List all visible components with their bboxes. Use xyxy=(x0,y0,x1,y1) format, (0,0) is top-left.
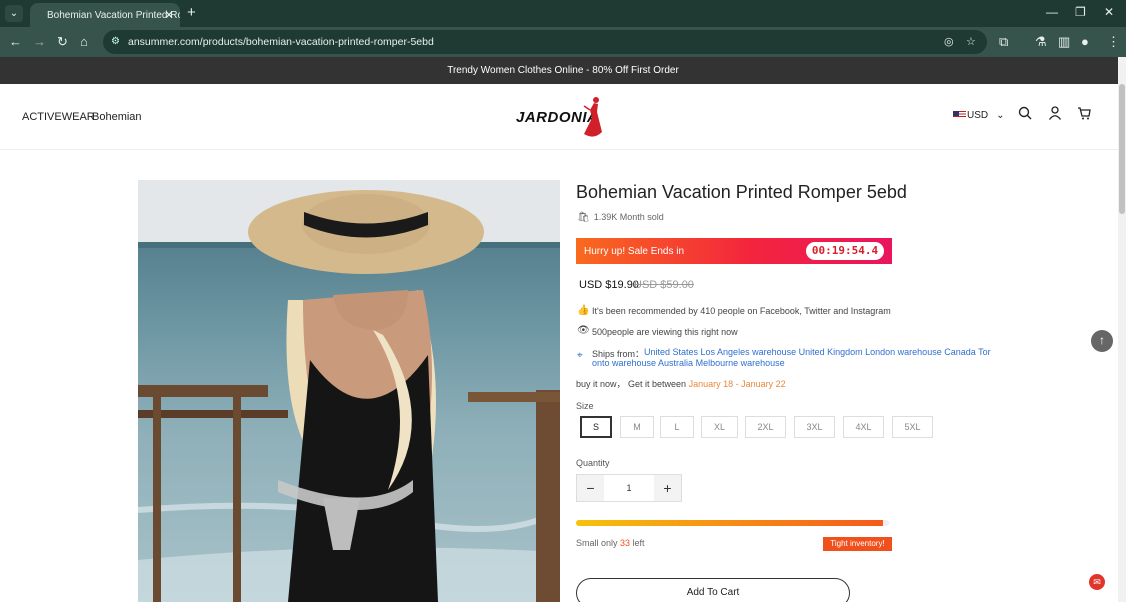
site-logo[interactable]: JARDONIA xyxy=(516,92,606,142)
size-option-s[interactable]: S xyxy=(580,416,612,438)
arrow-up-icon: ↑ xyxy=(1099,333,1105,347)
eye-icon: 👁 xyxy=(577,325,590,336)
model-photo xyxy=(138,180,560,602)
size-option-4xl[interactable]: 4XL xyxy=(843,416,884,438)
size-label: Size xyxy=(576,401,594,411)
account-icon[interactable] xyxy=(1048,106,1062,120)
original-price: USD $59.00 xyxy=(634,279,694,291)
chat-widget-icon[interactable]: ✉ xyxy=(1089,574,1105,590)
quantity-input[interactable]: 1 xyxy=(604,475,654,501)
location-pin-icon: ⌖ xyxy=(577,350,583,361)
back-icon[interactable]: ← xyxy=(9,34,22,49)
current-price: USD $19.90 xyxy=(579,279,639,291)
site-settings-icon[interactable]: ⚙ xyxy=(111,36,120,47)
back-to-top-button[interactable]: ↑ xyxy=(1091,330,1113,352)
sale-countdown-bar: Hurry up! Sale Ends in 00:19:54.4 xyxy=(576,238,892,264)
scrollbar-thumb[interactable] xyxy=(1119,84,1125,214)
quantity-stepper: − 1 + xyxy=(576,474,682,502)
size-option-5xl[interactable]: 5XL xyxy=(892,416,933,438)
sold-count: 🛍 1.39K Month sold xyxy=(577,212,664,223)
stock-progress-bar xyxy=(576,520,889,526)
site-header: ACTIVEWEAR Bohemian JARDONIA USD ⌄ xyxy=(0,84,1118,150)
stock-prefix: Small only xyxy=(576,538,621,548)
stock-progress-fill xyxy=(576,520,883,526)
decrease-quantity-button[interactable]: − xyxy=(577,475,604,501)
warehouse-list-line1[interactable]: United States Los Angeles warehouse Unit… xyxy=(644,347,991,357)
announcement-bar: Trendy Women Clothes Online - 80% Off Fi… xyxy=(0,57,1126,84)
size-option-2xl[interactable]: 2XL xyxy=(745,416,786,438)
browser-tab[interactable]: Bohemian Vacation Printed Romp ✕ xyxy=(30,3,180,27)
delivery-prefix: buy it now， Get it between xyxy=(576,379,689,389)
profile-icon[interactable]: ● xyxy=(1081,34,1089,49)
nav-bohemian[interactable]: Bohemian xyxy=(92,111,142,123)
forward-icon[interactable]: → xyxy=(33,34,46,49)
currency-selector[interactable]: USD ⌄ xyxy=(953,110,1005,121)
size-option-3xl[interactable]: 3XL xyxy=(794,416,835,438)
product-title: Bohemian Vacation Printed Romper 5ebd xyxy=(576,182,907,202)
url-text[interactable]: ansummer.com/products/bohemian-vacation-… xyxy=(128,36,434,48)
tab-close-icon[interactable]: ✕ xyxy=(164,8,174,22)
minimize-icon[interactable]: — xyxy=(1046,5,1058,19)
window-close-icon[interactable]: ✕ xyxy=(1104,5,1114,19)
viewing-text: 500people are viewing this right now xyxy=(592,327,738,337)
labs-icon[interactable]: ⚗ xyxy=(1035,34,1047,50)
nav-activewear[interactable]: ACTIVEWEAR xyxy=(22,111,95,123)
stock-text: Small only 33 left xyxy=(576,538,645,548)
search-icon[interactable] xyxy=(1018,106,1032,120)
browser-tab-bar: ⌄ Bohemian Vacation Printed Romp ✕ + — ❐… xyxy=(0,0,1126,27)
side-panel-icon[interactable]: ▥ xyxy=(1058,34,1070,50)
eye-off-icon[interactable]: ◎ xyxy=(944,35,954,48)
home-icon[interactable]: ⌂ xyxy=(80,34,88,49)
tab-title: Bohemian Vacation Printed Romp xyxy=(47,10,180,21)
browser-toolbar: ← → ↻ ⌂ ⚙ ansummer.com/products/bohemian… xyxy=(0,27,1126,57)
new-tab-icon[interactable]: + xyxy=(187,4,196,21)
recommended-text: It's been recommended by 410 people on F… xyxy=(592,306,891,316)
stock-suffix: left xyxy=(630,538,645,548)
quantity-label: Quantity xyxy=(576,458,610,468)
tight-inventory-badge: Tight inventory! xyxy=(823,537,892,551)
dress-logo-icon xyxy=(583,97,602,137)
countdown-timer: 00:19:54.4 xyxy=(806,242,884,260)
delivery-dates: January 18 - January 22 xyxy=(688,379,786,389)
currency-code: USD xyxy=(967,110,989,121)
us-flag-icon xyxy=(953,111,966,119)
cart-icon[interactable] xyxy=(1077,106,1091,120)
address-bar[interactable]: ⚙ ansummer.com/products/bohemian-vacatio… xyxy=(103,30,987,54)
page-scrollbar[interactable] xyxy=(1118,57,1126,602)
bookmark-star-icon[interactable]: ☆ xyxy=(966,35,976,48)
stock-count: 33 xyxy=(620,538,631,548)
size-option-l[interactable]: L xyxy=(660,416,694,438)
add-to-cart-button[interactable]: Add To Cart xyxy=(576,578,850,602)
tab-search-icon[interactable]: ⌄ xyxy=(5,5,23,22)
extensions-icon[interactable]: ⧉ xyxy=(999,34,1008,50)
thumbs-up-icon: 👍 xyxy=(577,305,590,316)
sold-text: 1.39K Month sold xyxy=(593,212,664,222)
increase-quantity-button[interactable]: + xyxy=(654,475,681,501)
reload-icon[interactable]: ↻ xyxy=(57,34,68,50)
size-option-xl[interactable]: XL xyxy=(701,416,738,438)
restore-icon[interactable]: ❐ xyxy=(1075,5,1086,19)
delivery-estimate: buy it now， Get it between January 18 - … xyxy=(576,377,786,390)
menu-icon[interactable]: ⋮ xyxy=(1107,34,1120,50)
product-image[interactable] xyxy=(138,180,560,602)
sale-label: Hurry up! Sale Ends in xyxy=(584,246,685,257)
chevron-down-icon: ⌄ xyxy=(996,110,1005,121)
warehouse-list-line2[interactable]: onto warehouse Australia Melbourne wareh… xyxy=(592,358,785,368)
size-option-m[interactable]: M xyxy=(620,416,654,438)
bag-icon: 🛍 xyxy=(577,212,590,223)
